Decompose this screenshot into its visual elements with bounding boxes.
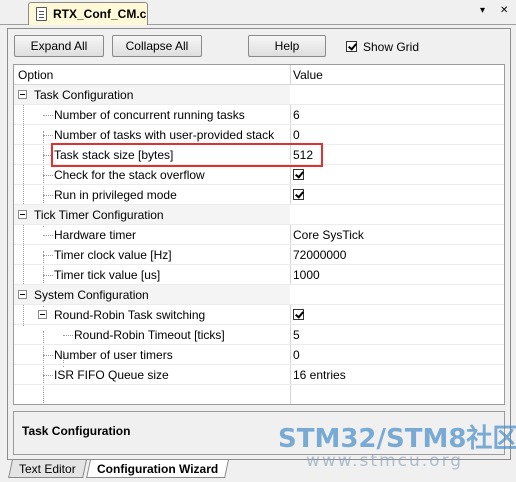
option-value[interactable]: 16 entries: [293, 368, 346, 382]
option-label: Round-Robin Timeout [ticks]: [74, 328, 225, 342]
option-value[interactable]: 0: [293, 348, 300, 362]
tree-row-system-configuration[interactable]: System Configuration: [14, 285, 504, 305]
description-title: Task Configuration: [22, 424, 131, 438]
option-label: Run in privileged mode: [54, 188, 177, 202]
tree-row[interactable]: Timer tick value [us] 1000: [14, 265, 504, 285]
highlight-annotation: [51, 143, 323, 167]
tree-row[interactable]: ISR FIFO Queue size 16 entries: [14, 365, 504, 385]
file-tab[interactable]: RTX_Conf_CM.c: [28, 2, 148, 25]
option-label: Check for the stack overflow: [54, 168, 205, 182]
tree-row[interactable]: Number of user timers 0: [14, 345, 504, 365]
option-value[interactable]: 0: [293, 128, 300, 142]
collapse-icon[interactable]: [18, 290, 27, 299]
file-tab-label: RTX_Conf_CM.c: [53, 7, 147, 21]
option-label: Number of concurrent running tasks: [54, 108, 245, 122]
tree-row[interactable]: Hardware timer Core SysTick: [14, 225, 504, 245]
show-grid-label: Show Grid: [363, 39, 420, 54]
tree-row-tick-timer-configuration[interactable]: Tick Timer Configuration: [14, 205, 504, 225]
tree-row-task-configuration[interactable]: Task Configuration: [14, 85, 504, 105]
header-value[interactable]: Value: [293, 68, 323, 82]
show-grid-checkbox[interactable]: Show Grid: [346, 39, 419, 54]
option-label: Number of user timers: [54, 348, 173, 362]
tree-row[interactable]: Number of concurrent running tasks 6: [14, 105, 504, 125]
option-value[interactable]: 6: [293, 108, 300, 122]
tree-row[interactable]: Check for the stack overflow: [14, 165, 504, 185]
option-value[interactable]: 72000000: [293, 248, 346, 262]
option-label: Tick Timer Configuration: [34, 208, 164, 222]
privileged-mode-checkbox[interactable]: [293, 189, 304, 200]
collapse-all-button[interactable]: Collapse All: [112, 35, 202, 57]
option-label: Timer clock value [Hz]: [54, 248, 172, 262]
tree-row[interactable]: Round-Robin Timeout [ticks] 5: [14, 325, 504, 345]
collapse-icon[interactable]: [18, 90, 27, 99]
dropdown-icon[interactable]: ▾: [480, 6, 485, 16]
stack-overflow-checkbox[interactable]: [293, 169, 304, 180]
file-tab-bar: RTX_Conf_CM.c ▾ ✕: [0, 0, 516, 25]
option-label: Round-Robin Task switching: [54, 308, 206, 322]
option-label: System Configuration: [34, 288, 149, 302]
option-label: Task Configuration: [34, 88, 134, 102]
file-icon: [36, 7, 47, 21]
tab-label: Text Editor: [19, 462, 76, 476]
tab-text-editor[interactable]: Text Editor: [8, 460, 87, 478]
collapse-icon[interactable]: [38, 310, 47, 319]
option-value[interactable]: 1000: [293, 268, 320, 282]
tree-row[interactable]: Timer clock value [Hz] 72000000: [14, 245, 504, 265]
option-label: Timer tick value [us]: [54, 268, 161, 282]
configuration-wizard-panel: Expand All Collapse All Help Show Grid O…: [7, 28, 511, 460]
tree-row[interactable]: Number of tasks with user-provided stack…: [14, 125, 504, 145]
property-grid: Option Value Task Configuration Number o…: [13, 64, 505, 405]
grid-header: Option Value: [14, 65, 504, 85]
expand-all-button[interactable]: Expand All: [14, 35, 104, 57]
option-label: Hardware timer: [54, 228, 137, 242]
option-value[interactable]: 5: [293, 328, 300, 342]
close-icon[interactable]: ✕: [500, 6, 508, 16]
option-label: ISR FIFO Queue size: [54, 368, 169, 382]
tab-label: Configuration Wizard: [97, 462, 219, 476]
tab-configuration-wizard[interactable]: Configuration Wizard: [86, 460, 230, 478]
round-robin-checkbox[interactable]: [293, 309, 304, 320]
header-option[interactable]: Option: [18, 68, 53, 82]
option-value[interactable]: Core SysTick: [293, 228, 364, 242]
show-grid-check-icon[interactable]: [346, 41, 357, 52]
watermark: STM32/STM8社区 www.stmcu.org: [278, 418, 516, 471]
tree-row[interactable]: Run in privileged mode: [14, 185, 504, 205]
collapse-icon[interactable]: [18, 210, 27, 219]
help-button[interactable]: Help: [248, 35, 326, 57]
option-label: Number of tasks with user-provided stack: [54, 128, 275, 142]
watermark-line1: STM32/STM8社区: [278, 424, 516, 454]
tree-row-round-robin[interactable]: Round-Robin Task switching: [14, 305, 504, 325]
